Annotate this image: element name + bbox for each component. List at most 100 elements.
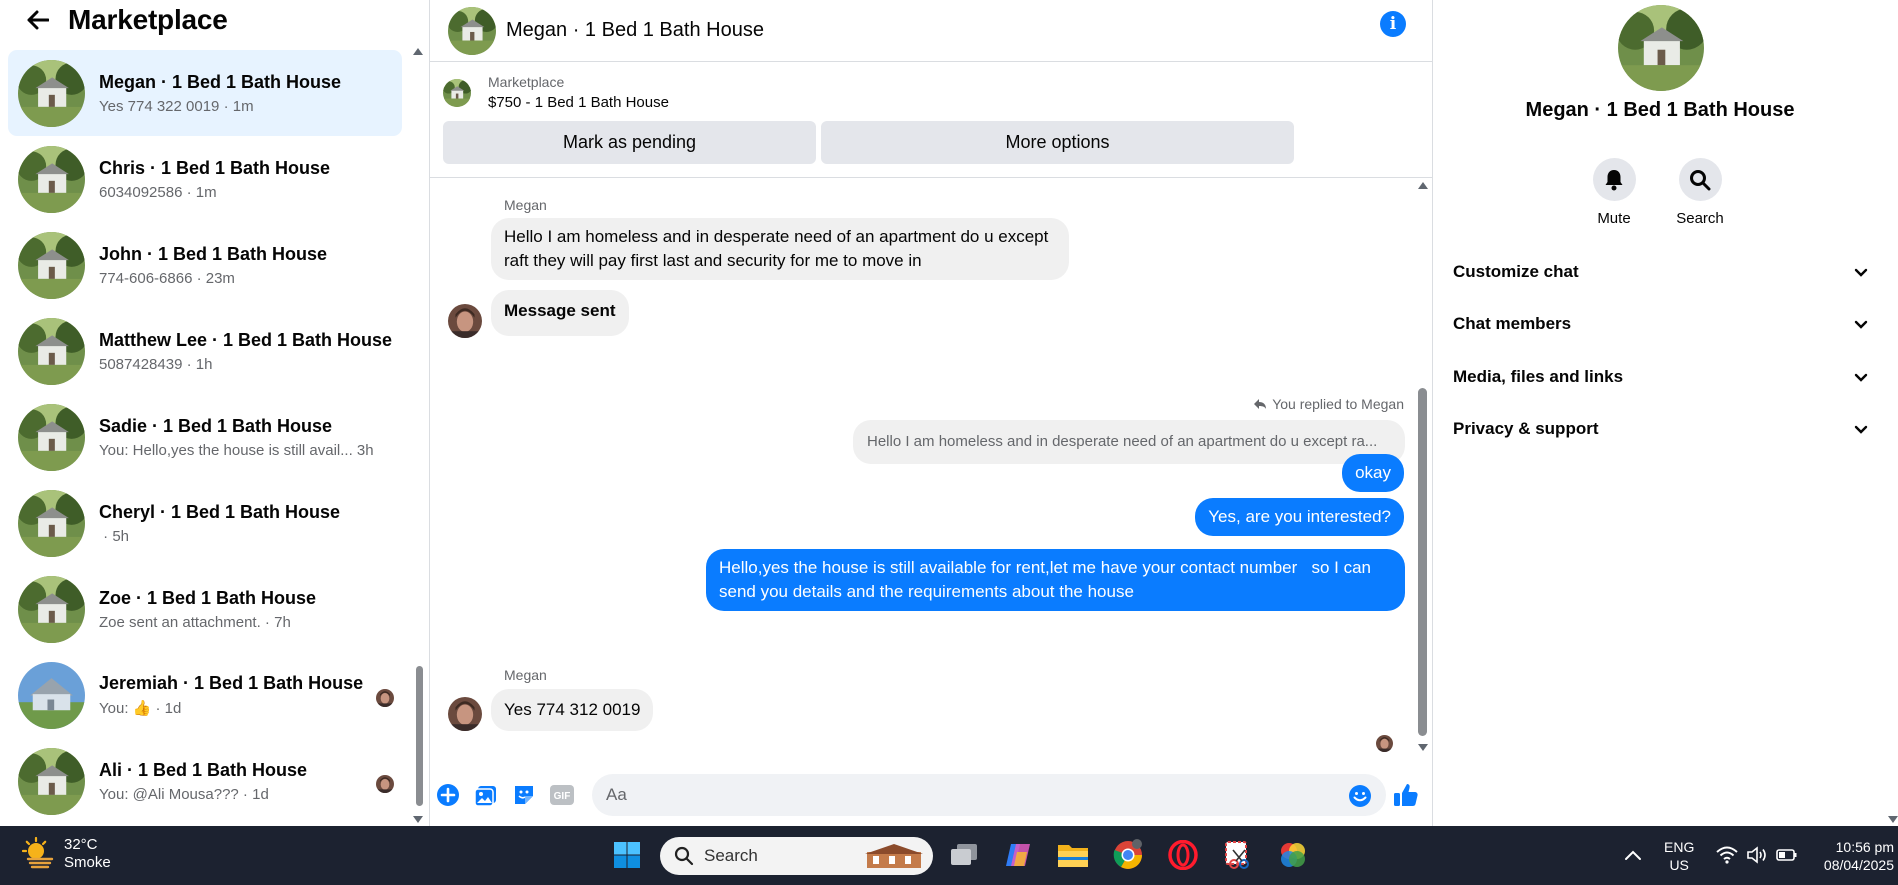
plus-icon[interactable] [435, 782, 461, 808]
conversation-time: 3h [352, 441, 374, 459]
taskbar-search[interactable]: Search [660, 837, 933, 875]
chevron-down-icon [1854, 425, 1868, 434]
language-indicator[interactable]: ENG US [1664, 838, 1694, 874]
volume-icon[interactable] [1740, 838, 1774, 872]
avatar[interactable] [448, 7, 496, 55]
back-arrow-icon[interactable] [26, 8, 50, 32]
chat-panel: Megan · 1 Bed 1 Bath House i Marketplace… [429, 0, 1433, 826]
chevron-down-icon [1854, 320, 1868, 329]
scroll-down-icon[interactable] [1888, 816, 1898, 823]
search-icon [1678, 158, 1722, 201]
mark-pending-button[interactable]: Mark as pending [443, 121, 816, 164]
avatar[interactable] [1618, 5, 1704, 91]
search-highlight-icon [865, 844, 923, 868]
conversation-item[interactable]: Chris · 1 Bed 1 Bath House 6034092586 · … [8, 136, 402, 222]
conversation-name: Megan · 1 Bed 1 Bath House [99, 71, 342, 92]
clock[interactable]: 10:56 pm 08/04/2025 [1824, 838, 1894, 874]
scrollbar-thumb[interactable] [1418, 388, 1427, 736]
conversation-item[interactable]: Zoe · 1 Bed 1 Bath House Zoe sent an att… [8, 566, 402, 652]
conversation-snippet: Yes 774 322 0019 [99, 97, 220, 115]
message-list: Megan Hello I am homeless and in despera… [430, 178, 1420, 768]
seen-avatar [376, 689, 394, 707]
message-bubble[interactable]: Hello,yes the house is still available f… [706, 549, 1405, 611]
privacy-support-section[interactable]: Privacy & support [1453, 414, 1868, 444]
search-button[interactable]: Search [1665, 158, 1735, 227]
mute-button[interactable]: Mute [1579, 158, 1649, 227]
photo-icon[interactable] [473, 782, 499, 808]
sidebar-title: Marketplace [68, 4, 228, 35]
message-bubble[interactable]: Yes, are you interested? [1195, 498, 1404, 536]
conversation-item[interactable]: Cheryl · 1 Bed 1 Bath House · 5h [8, 480, 402, 566]
conversation-time: · 1m [219, 97, 254, 115]
conversation-name: Chris · 1 Bed 1 Bath House [99, 157, 331, 178]
quoted-message[interactable]: Hello I am homeless and in desperate nee… [853, 420, 1405, 464]
snipping-tool-icon[interactable] [1221, 838, 1255, 872]
copilot-icon[interactable] [1001, 838, 1035, 872]
message-composer: GIF [430, 766, 1432, 826]
conversation-item[interactable]: Ali · 1 Bed 1 Bath House You: @Ali Mousa… [8, 738, 402, 824]
more-options-button[interactable]: More options [821, 121, 1294, 164]
scroll-down-icon[interactable] [1418, 744, 1428, 751]
message-bubble[interactable]: Hello I am homeless and in desperate nee… [491, 218, 1069, 280]
chrome-icon[interactable] [1111, 838, 1145, 872]
conversation-item[interactable]: John · 1 Bed 1 Bath House 774-606-6866 ·… [8, 222, 402, 308]
avatar [18, 318, 85, 385]
conversation-snippet: Zoe sent an attachment. [99, 613, 261, 631]
media-files-links-section[interactable]: Media, files and links [1453, 362, 1868, 392]
color-app-icon[interactable] [1276, 838, 1310, 872]
emoji-icon[interactable] [1347, 783, 1373, 809]
listing-title[interactable]: $750 - 1 Bed 1 Bath House [488, 94, 669, 111]
avatar [18, 662, 85, 729]
conversation-sidebar: Marketplace Megan · 1 Bed 1 Bath House Y… [0, 0, 428, 826]
search-icon [674, 846, 694, 866]
gif-icon[interactable]: GIF [549, 782, 575, 808]
conversation-item[interactable]: Matthew Lee · 1 Bed 1 Bath House 5087428… [8, 308, 402, 394]
scroll-up-icon[interactable] [1418, 182, 1428, 189]
scroll-up-icon[interactable] [413, 48, 423, 55]
conversation-snippet: 5087428439 [99, 355, 183, 373]
conversation-time: · 1d [238, 785, 269, 803]
chat-title[interactable]: Megan · 1 Bed 1 Bath House [506, 19, 764, 42]
listing-thumbnail[interactable] [443, 79, 471, 107]
sender-avatar[interactable] [448, 697, 482, 731]
conversation-name: Zoe · 1 Bed 1 Bath House [99, 587, 317, 608]
avatar [18, 60, 85, 127]
conversation-snippet: You: Hello,yes the house is still avail.… [99, 441, 353, 459]
chat-members-section[interactable]: Chat members [1453, 309, 1868, 339]
info-icon[interactable]: i [1380, 11, 1406, 37]
customize-chat-section[interactable]: Customize chat [1453, 257, 1868, 287]
task-view-icon[interactable] [947, 838, 981, 872]
message-input[interactable] [592, 774, 1386, 816]
search-label: Search [1676, 210, 1724, 227]
sidebar-scrollbar[interactable] [413, 46, 423, 826]
message-bubble[interactable]: okay [1342, 454, 1404, 492]
conversation-time: · 5h [99, 527, 130, 545]
conversation-snippet: 6034092586 [99, 183, 183, 201]
battery-icon[interactable] [1770, 838, 1804, 872]
message-bubble[interactable]: Yes 774 312 0019 [491, 689, 654, 731]
conversation-time: · 1h [182, 355, 213, 373]
message-bubble[interactable]: Message sent [491, 290, 629, 336]
sticker-icon[interactable] [511, 782, 537, 808]
conversation-name: John · 1 Bed 1 Bath House [99, 243, 328, 264]
sender-avatar[interactable] [448, 304, 482, 338]
windows-start-icon[interactable] [610, 838, 644, 872]
scroll-down-icon[interactable] [413, 816, 423, 823]
scrollbar-thumb[interactable] [416, 666, 423, 806]
bell-icon [1592, 158, 1636, 201]
weather-sun-icon [22, 837, 54, 869]
weather-widget[interactable]: 32°C Smoke [22, 836, 111, 872]
conversation-time: · 1m [182, 183, 217, 201]
conversation-item[interactable]: Sadie · 1 Bed 1 Bath House You: Hello,ye… [8, 394, 402, 480]
chat-scrollbar[interactable] [1416, 178, 1430, 758]
wifi-icon[interactable] [1710, 838, 1744, 872]
chevron-up-icon[interactable] [1616, 838, 1650, 872]
reply-icon [1254, 399, 1267, 409]
thumbs-up-icon[interactable] [1393, 782, 1419, 808]
opera-icon[interactable] [1166, 838, 1200, 872]
conversation-info-panel: Megan · 1 Bed 1 Bath House Mute Search C… [1434, 0, 1898, 826]
file-explorer-icon[interactable] [1056, 838, 1090, 872]
conversation-item[interactable]: Jeremiah · 1 Bed 1 Bath House You: 👍 · 1… [8, 652, 402, 738]
conversation-name: Sadie · 1 Bed 1 Bath House [99, 415, 333, 436]
conversation-item[interactable]: Megan · 1 Bed 1 Bath House Yes 774 322 0… [8, 50, 402, 136]
